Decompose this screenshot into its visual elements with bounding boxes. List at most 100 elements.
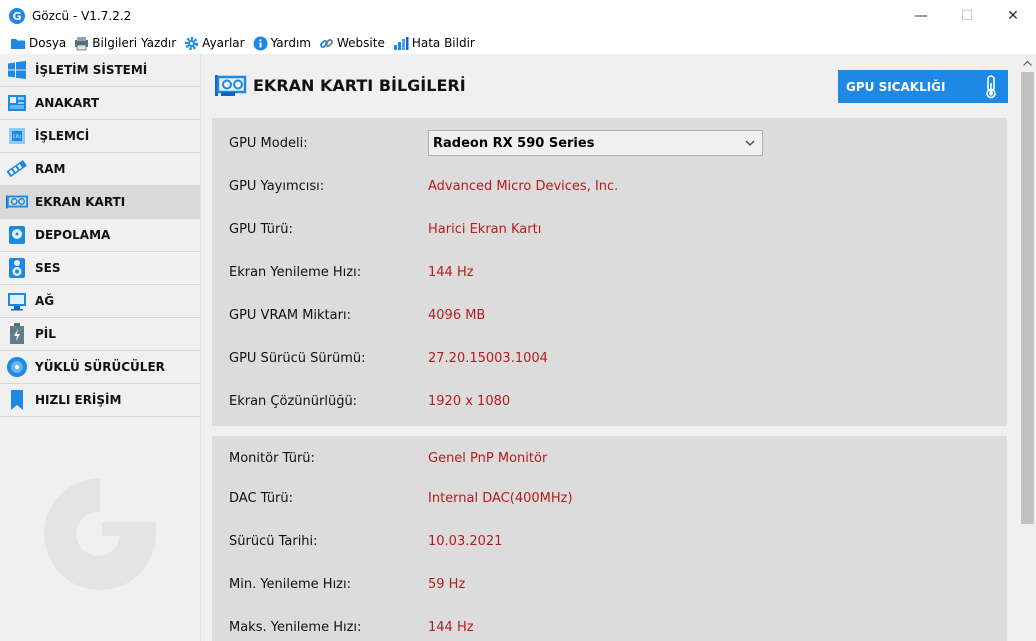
info-label: Monitör Türü:	[229, 450, 315, 466]
motherboard-icon	[6, 92, 28, 114]
vertical-scrollbar[interactable]	[1019, 54, 1036, 641]
sidebar-item-label: İŞLEMCİ	[35, 129, 90, 143]
sidebar-item-ag[interactable]: AĞ	[0, 285, 200, 318]
sidebar-item-yuklu-suruculer[interactable]: YÜKLÜ SÜRÜCÜLER	[0, 351, 200, 384]
info-label: Ekran Yenileme Hızı:	[229, 264, 362, 280]
info-value: 144 Hz	[428, 264, 474, 280]
ram-icon	[6, 158, 28, 180]
sidebar-item-label: RAM	[35, 162, 66, 176]
info-row: Maks. Yenileme Hızı: 144 Hz	[212, 615, 1007, 639]
gpu-temperature-label: GPU SICAKLIĞI	[846, 79, 946, 94]
main-content: EKRAN KARTI BİLGİLERİ GPU SICAKLIĞI GPU …	[201, 54, 1019, 641]
title-bar: G Gözcü - V1.7.2.2 — ☐ ✕	[0, 0, 1036, 32]
menu-item-label: Dosya	[29, 36, 67, 50]
info-value: 4096 MB	[428, 307, 486, 323]
close-button[interactable]: ✕	[990, 0, 1036, 32]
app-logo-icon: G	[9, 8, 25, 24]
info-value: Advanced Micro Devices, Inc.	[428, 178, 619, 194]
scroll-up-button[interactable]	[1019, 54, 1036, 71]
print-icon	[75, 36, 89, 50]
info-label: GPU VRAM Miktarı:	[229, 307, 351, 323]
speaker-icon	[6, 257, 28, 279]
sidebar-item-label: ANAKART	[35, 96, 100, 110]
battery-icon	[6, 323, 28, 345]
info-value: 59 Hz	[428, 576, 466, 592]
info-value: Internal DAC(400MHz)	[428, 490, 573, 506]
scrollbar-thumb[interactable]	[1021, 72, 1034, 524]
watermark-logo-icon	[44, 478, 157, 590]
info-label: DAC Türü:	[229, 490, 294, 506]
info-row: GPU VRAM Miktarı: 4096 MB	[212, 303, 1007, 327]
page-title: EKRAN KARTI BİLGİLERİ	[253, 75, 466, 95]
maximize-button[interactable]: ☐	[944, 0, 990, 32]
driver-disc-icon	[6, 356, 28, 378]
sidebar-item-label: SES	[35, 261, 61, 275]
sidebar-item-islemci[interactable]: CPU İŞLEMCİ	[0, 120, 200, 153]
info-label: GPU Yayımcısı:	[229, 178, 325, 194]
menu-item-yardim[interactable]: Yardım	[253, 32, 311, 54]
info-label: GPU Sürücü Sürümü:	[229, 350, 366, 366]
info-row: Min. Yenileme Hızı: 59 Hz	[212, 572, 1007, 596]
window-controls: — ☐ ✕	[898, 0, 1036, 32]
info-label: Sürücü Tarihi:	[229, 533, 318, 549]
bookmark-icon	[6, 389, 28, 411]
info-label: Maks. Yenileme Hızı:	[229, 619, 362, 635]
info-value: 10.03.2021	[428, 533, 503, 549]
info-row: Ekran Çözünürlüğü: 1920 x 1080	[212, 389, 1007, 413]
info-row: GPU Sürücü Sürümü: 27.20.15003.1004	[212, 346, 1007, 370]
menu-item-dosya[interactable]: Dosya	[10, 32, 66, 54]
svg-text:CPU: CPU	[13, 134, 21, 139]
sidebar-item-ram[interactable]: RAM	[0, 153, 200, 186]
menu-bar: Dosya Bilgileri Yazdır Ayarlar Yardım We…	[0, 32, 1036, 54]
menu-item-label: Hata Bildir	[411, 36, 475, 50]
bar-chart-icon	[393, 36, 409, 50]
windows-icon	[6, 59, 28, 81]
sidebar-item-label: PİL	[35, 327, 56, 341]
sidebar-item-label: İŞLETİM SİSTEMİ	[35, 63, 148, 77]
window-title: Gözcü - V1.7.2.2	[32, 9, 132, 23]
info-row: DAC Türü: Internal DAC(400MHz)	[212, 486, 1007, 510]
disk-icon	[6, 224, 28, 246]
sidebar-item-label: EKRAN KARTI	[35, 195, 126, 209]
menu-item-website[interactable]: Website	[319, 32, 385, 54]
menu-item-label: Bilgileri Yazdır	[92, 36, 177, 50]
gpu-model-select[interactable]: Radeon RX 590 Series	[428, 130, 763, 156]
info-label: Min. Yenileme Hızı:	[229, 576, 352, 592]
page-header: EKRAN KARTI BİLGİLERİ	[215, 68, 466, 102]
info-value: 1920 x 1080	[428, 393, 511, 409]
menu-item-label: Ayarlar	[202, 36, 245, 50]
link-icon	[320, 38, 333, 48]
gear-icon	[185, 36, 199, 50]
sidebar-item-ses[interactable]: SES	[0, 252, 200, 285]
info-value: 27.20.15003.1004	[428, 350, 548, 366]
minimize-button[interactable]: —	[898, 0, 944, 32]
info-row: GPU Türü: Harici Ekran Kartı	[212, 217, 1007, 241]
sidebar-item-anakart[interactable]: ANAKART	[0, 87, 200, 120]
menu-item-label: Website	[336, 36, 385, 50]
menu-item-label: Yardım	[270, 36, 311, 50]
chevron-up-icon	[1023, 60, 1032, 66]
menu-item-bilgileri-yazdir[interactable]: Bilgileri Yazdır	[74, 32, 176, 54]
sidebar-item-isletim-sistemi[interactable]: İŞLETİM SİSTEMİ	[0, 54, 200, 87]
sidebar-item-label: DEPOLAMA	[35, 228, 111, 242]
info-label: GPU Modeli:	[229, 135, 308, 151]
sidebar-item-label: HIZLI ERİŞİM	[35, 393, 122, 407]
menu-item-hata-bildir[interactable]: Hata Bildir	[393, 32, 475, 54]
info-row: Ekran Yenileme Hızı: 144 Hz	[212, 260, 1007, 284]
menu-item-ayarlar[interactable]: Ayarlar	[184, 32, 245, 54]
sidebar-item-ekran-karti[interactable]: EKRAN KARTI	[0, 186, 200, 219]
info-row: Monitör Türü: Genel PnP Monitör	[212, 446, 1007, 470]
sidebar-item-depolama[interactable]: DEPOLAMA	[0, 219, 200, 252]
cpu-icon: CPU	[6, 125, 28, 147]
folder-icon	[11, 39, 25, 49]
sidebar-item-label: AĞ	[35, 294, 55, 308]
network-icon	[6, 290, 28, 312]
info-row: Sürücü Tarihi: 10.03.2021	[212, 529, 1007, 553]
info-value: 144 Hz	[428, 619, 474, 635]
sidebar-item-pil[interactable]: PİL	[0, 318, 200, 351]
gpu-icon	[215, 75, 247, 96]
info-icon	[253, 36, 268, 50]
gpu-temperature-button[interactable]: GPU SICAKLIĞI	[838, 70, 1008, 103]
sidebar-item-hizli-erisim[interactable]: HIZLI ERİŞİM	[0, 384, 200, 417]
gpu-icon	[6, 191, 28, 213]
